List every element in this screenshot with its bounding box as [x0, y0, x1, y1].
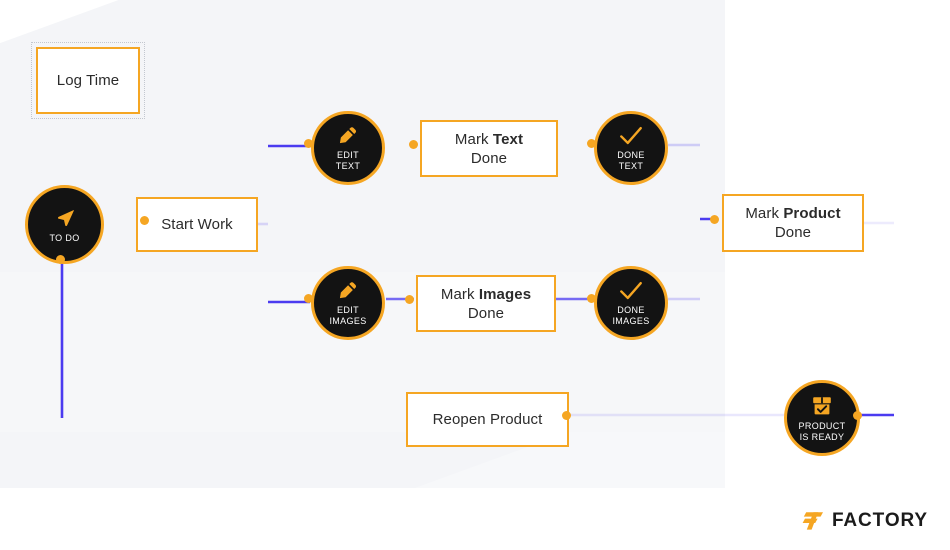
state-done-images-label: DONE IMAGES: [612, 305, 650, 326]
action-reopen-product[interactable]: Reopen Product: [406, 392, 569, 447]
package-check-icon: [810, 394, 834, 418]
connector-dot-mark-text-left[interactable]: [409, 140, 418, 149]
action-reopen-product-label: Reopen Product: [432, 411, 543, 428]
action-mark-product-done[interactable]: Mark Product Done: [722, 194, 864, 252]
connector-dot-reopen-right[interactable]: [562, 411, 571, 420]
state-to-do[interactable]: TO DO: [25, 185, 104, 264]
action-mark-text-done[interactable]: Mark Text Done: [420, 120, 558, 177]
connector-dot-todo-right[interactable]: [140, 216, 149, 225]
action-mark-text-done-label: Mark Text Done: [454, 130, 524, 167]
brand-name: FACTORY: [831, 510, 928, 531]
connector-dot-todo-bottom[interactable]: [56, 255, 65, 264]
check-icon: [619, 280, 643, 302]
state-edit-images[interactable]: EDIT IMAGES: [311, 266, 385, 340]
action-mark-product-done-label: Mark Product Done: [745, 205, 841, 241]
factory-f-logo-icon: [802, 511, 824, 531]
connector-dot-mark-images-left[interactable]: [405, 295, 414, 304]
action-mark-images-done[interactable]: Mark Images Done: [416, 275, 556, 332]
action-start-work-label: Start Work: [161, 216, 233, 233]
state-product-is-ready[interactable]: PRODUCT IS READY: [784, 380, 860, 456]
action-log-time[interactable]: Log Time: [31, 42, 145, 119]
connector-dot-edit-text-left[interactable]: [304, 139, 313, 148]
state-done-text[interactable]: DONE TEXT: [594, 111, 668, 185]
check-icon: [619, 125, 643, 147]
pencil-icon: [337, 280, 359, 302]
connector-dot-done-text-left[interactable]: [587, 139, 596, 148]
action-mark-images-done-label: Mark Images Done: [440, 285, 532, 322]
connector-dot-mark-product-left[interactable]: [710, 215, 719, 224]
connector-dot-edit-images-left[interactable]: [304, 294, 313, 303]
action-start-work[interactable]: Start Work: [136, 197, 258, 252]
brand-logo: FACTORY: [802, 510, 928, 532]
cursor-arrow-icon: [53, 206, 77, 230]
state-done-images[interactable]: DONE IMAGES: [594, 266, 668, 340]
action-log-time-label: Log Time: [56, 72, 120, 89]
workflow-canvas: Log Time Start Work Mark Text Done Mark I…: [0, 0, 950, 550]
connector-dot-product-ready-right[interactable]: [853, 411, 862, 420]
connector-dot-done-images-left[interactable]: [587, 294, 596, 303]
state-to-do-label: TO DO: [49, 232, 80, 243]
pencil-icon: [337, 125, 359, 147]
state-edit-text-label: EDIT TEXT: [335, 150, 361, 171]
state-product-is-ready-label: PRODUCT IS READY: [798, 421, 846, 442]
state-edit-text[interactable]: EDIT TEXT: [311, 111, 385, 185]
state-done-text-label: DONE TEXT: [617, 150, 645, 171]
state-edit-images-label: EDIT IMAGES: [329, 305, 367, 326]
